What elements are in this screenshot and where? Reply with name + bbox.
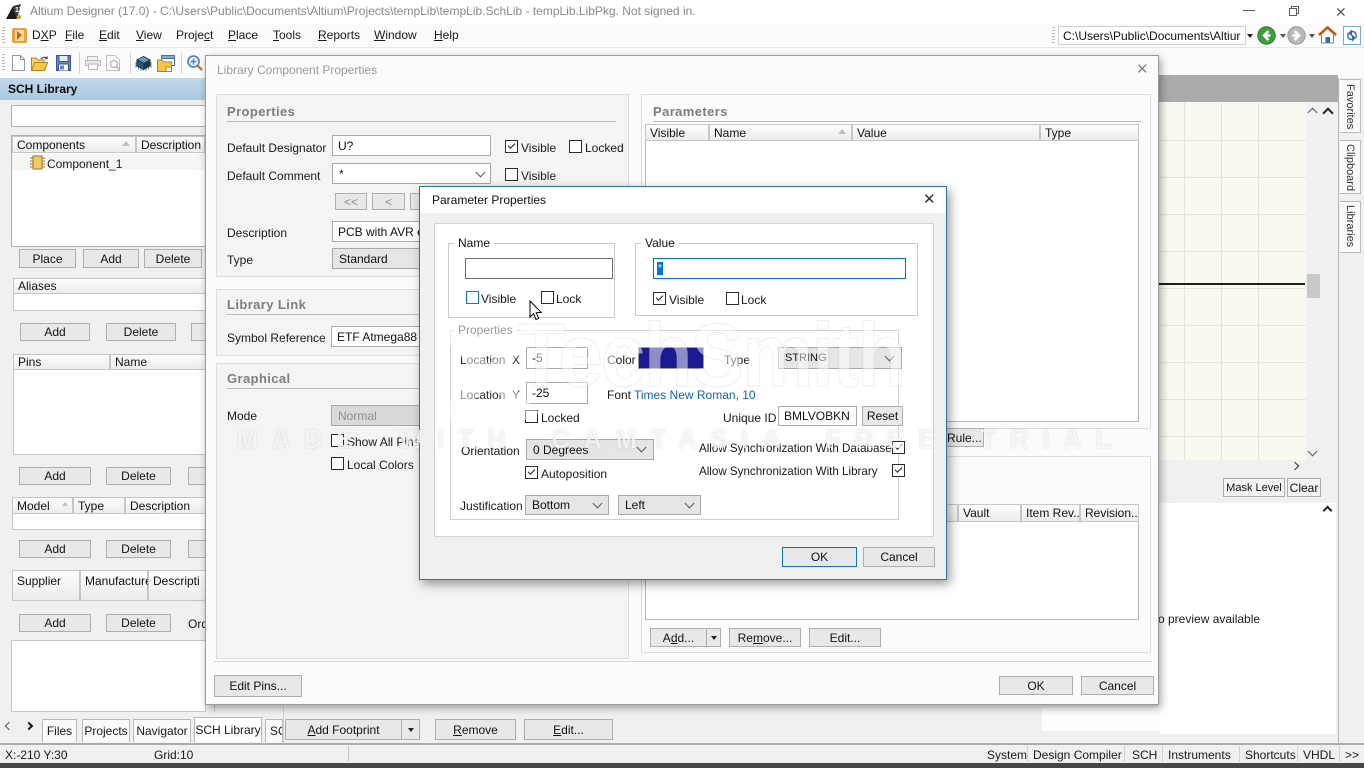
svg-text:17: 17 bbox=[15, 7, 23, 14]
